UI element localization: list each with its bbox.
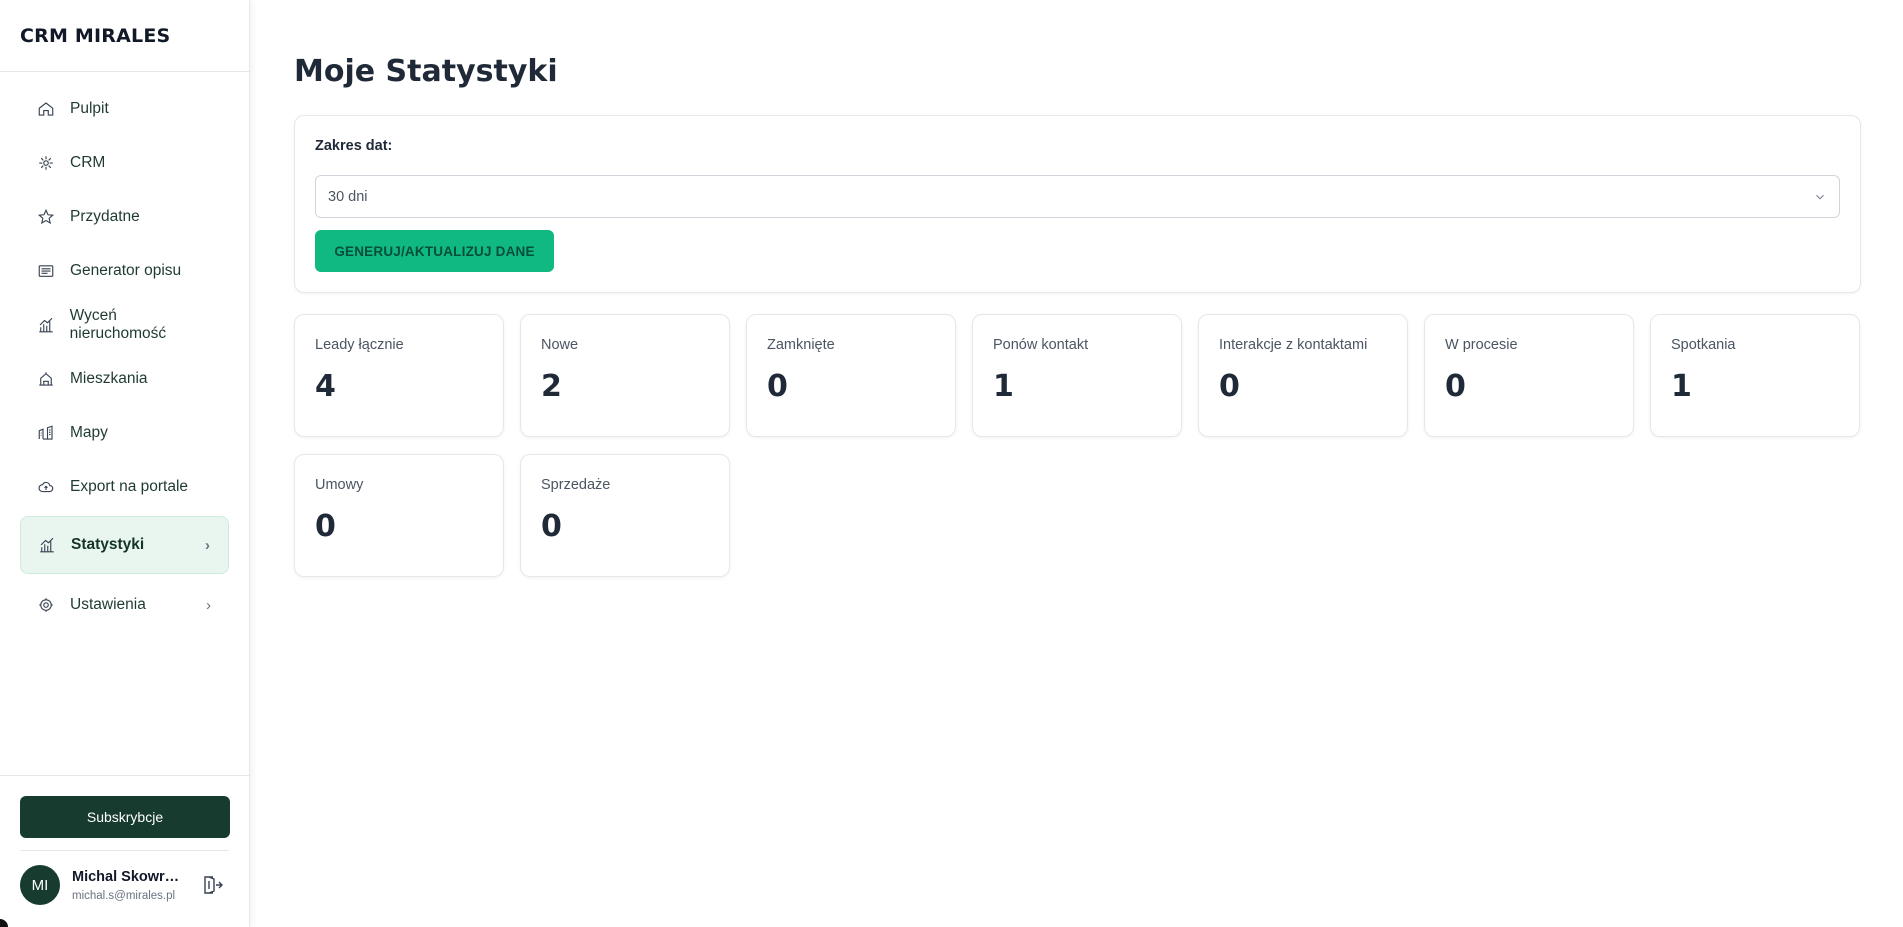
sidebar-item-label: CRM (70, 154, 106, 171)
sidebar-item-label: Pulpit (70, 100, 109, 117)
map-icon (36, 423, 56, 443)
stat-value: 0 (541, 509, 562, 544)
stat-label: Interakcje z kontaktami (1219, 337, 1368, 353)
sidebar-footer: Subskrybcje MI Michal Skowro... michal.s… (0, 775, 249, 927)
sidebar-item-label: Statystyki (71, 536, 145, 553)
stat-value: 0 (767, 369, 788, 404)
stat-card-in-progress: W procesie 0 (1424, 314, 1634, 437)
stat-label: Sprzedaże (541, 477, 611, 493)
logout-icon[interactable] (200, 873, 224, 897)
generate-data-button[interactable]: GENERUJ/AKTUALIZUJ DANE (315, 230, 554, 272)
stat-card-interactions: Interakcje z kontaktami 0 (1198, 314, 1408, 437)
date-range-value: 30 dni (328, 188, 368, 205)
stat-value: 0 (1445, 369, 1466, 404)
sidebar-item-label: Generator opisu (70, 262, 182, 279)
sidebar-item-label: Mapy (70, 424, 108, 441)
sidebar-item-pulpit[interactable]: Pulpit (20, 82, 229, 136)
sidebar-item-label: Ustawienia (70, 596, 146, 613)
stat-value: 0 (315, 509, 336, 544)
star-icon (36, 207, 56, 227)
sidebar-item-wycen[interactable]: Wyceń nieruchomość (20, 298, 229, 352)
sidebar-item-mieszkania[interactable]: Mieszkania (20, 352, 229, 406)
sidebar-item-mapy[interactable]: Mapy (20, 406, 229, 460)
avatar[interactable]: MI (20, 865, 60, 905)
sidebar-nav: Pulpit CRM Przydatne Generator opisu Wyc… (0, 72, 249, 775)
user-name: Michal Skowro... (72, 868, 182, 885)
user-info: Michal Skowro... michal.s@mirales.pl (72, 869, 182, 902)
stat-card-closed: Zamknięte 0 (746, 314, 956, 437)
user-email: michal.s@mirales.pl (72, 889, 176, 902)
stats-grid: Leady łącznie 4 Nowe 2 Zamknięte 0 Ponów… (294, 314, 1861, 577)
date-range-select[interactable]: 30 dni (315, 175, 1840, 218)
document-icon (36, 261, 56, 281)
stat-card-follow-up: Ponów kontakt 1 (972, 314, 1182, 437)
stat-label: Umowy (315, 477, 364, 493)
sidebar-item-label: Wyceń nieruchomość (69, 307, 167, 342)
chevron-right-icon: › (205, 536, 210, 554)
main-content: Moje Statystyki Zakres dat: 30 dni GENER… (294, 0, 1861, 577)
app-brand: CRM MIRALES (0, 0, 249, 72)
building-icon (36, 369, 56, 389)
stat-label: W procesie (1445, 337, 1518, 353)
stat-card-contracts: Umowy 0 (294, 454, 504, 577)
date-filter-card: Zakres dat: 30 dni GENERUJ/AKTUALIZUJ DA… (294, 115, 1861, 293)
sidebar-item-statystyki[interactable]: Statystyki › (20, 516, 229, 574)
stat-value: 1 (1671, 369, 1692, 404)
stat-label: Zamknięte (767, 337, 835, 353)
stat-value: 4 (315, 369, 336, 404)
sidebar-item-crm[interactable]: CRM (20, 136, 229, 190)
settings-icon (36, 595, 56, 615)
stat-card-new: Nowe 2 (520, 314, 730, 437)
stat-value: 0 (1219, 369, 1240, 404)
subscriptions-button[interactable]: Subskrybcje (20, 796, 230, 838)
sidebar-item-label: Mieszkania (70, 370, 148, 387)
stat-value: 1 (993, 369, 1014, 404)
stat-card-leads-total: Leady łącznie 4 (294, 314, 504, 437)
date-range-label: Zakres dat: (315, 138, 393, 154)
user-profile: MI Michal Skowro... michal.s@mirales.pl (20, 850, 229, 905)
sidebar-item-ustawienia[interactable]: Ustawienia › (20, 578, 229, 632)
stat-value: 2 (541, 369, 562, 404)
page-title: Moje Statystyki (294, 54, 558, 89)
stat-label: Leady łącznie (315, 337, 404, 353)
stat-label: Ponów kontakt (993, 337, 1089, 353)
stat-label: Spotkania (1671, 337, 1736, 353)
chart-icon (36, 315, 56, 335)
home-icon (36, 99, 56, 119)
sidebar-item-label: Przydatne (70, 208, 140, 225)
stat-card-sales: Sprzedaże 0 (520, 454, 730, 577)
sidebar-item-przydatne[interactable]: Przydatne (20, 190, 229, 244)
chevron-right-icon: › (206, 596, 211, 614)
sidebar-item-generator-opisu[interactable]: Generator opisu (20, 244, 229, 298)
crm-icon (36, 153, 56, 173)
stats-icon (37, 535, 57, 555)
sidebar: CRM MIRALES Pulpit CRM Przydatne Generat… (0, 0, 250, 927)
chevron-down-icon (1816, 194, 1824, 199)
sidebar-item-export[interactable]: Export na portale (20, 460, 229, 514)
cloud-icon (36, 477, 56, 497)
stat-card-meetings: Spotkania 1 (1650, 314, 1860, 437)
sidebar-item-label: Export na portale (70, 478, 189, 495)
stat-label: Nowe (541, 337, 579, 353)
